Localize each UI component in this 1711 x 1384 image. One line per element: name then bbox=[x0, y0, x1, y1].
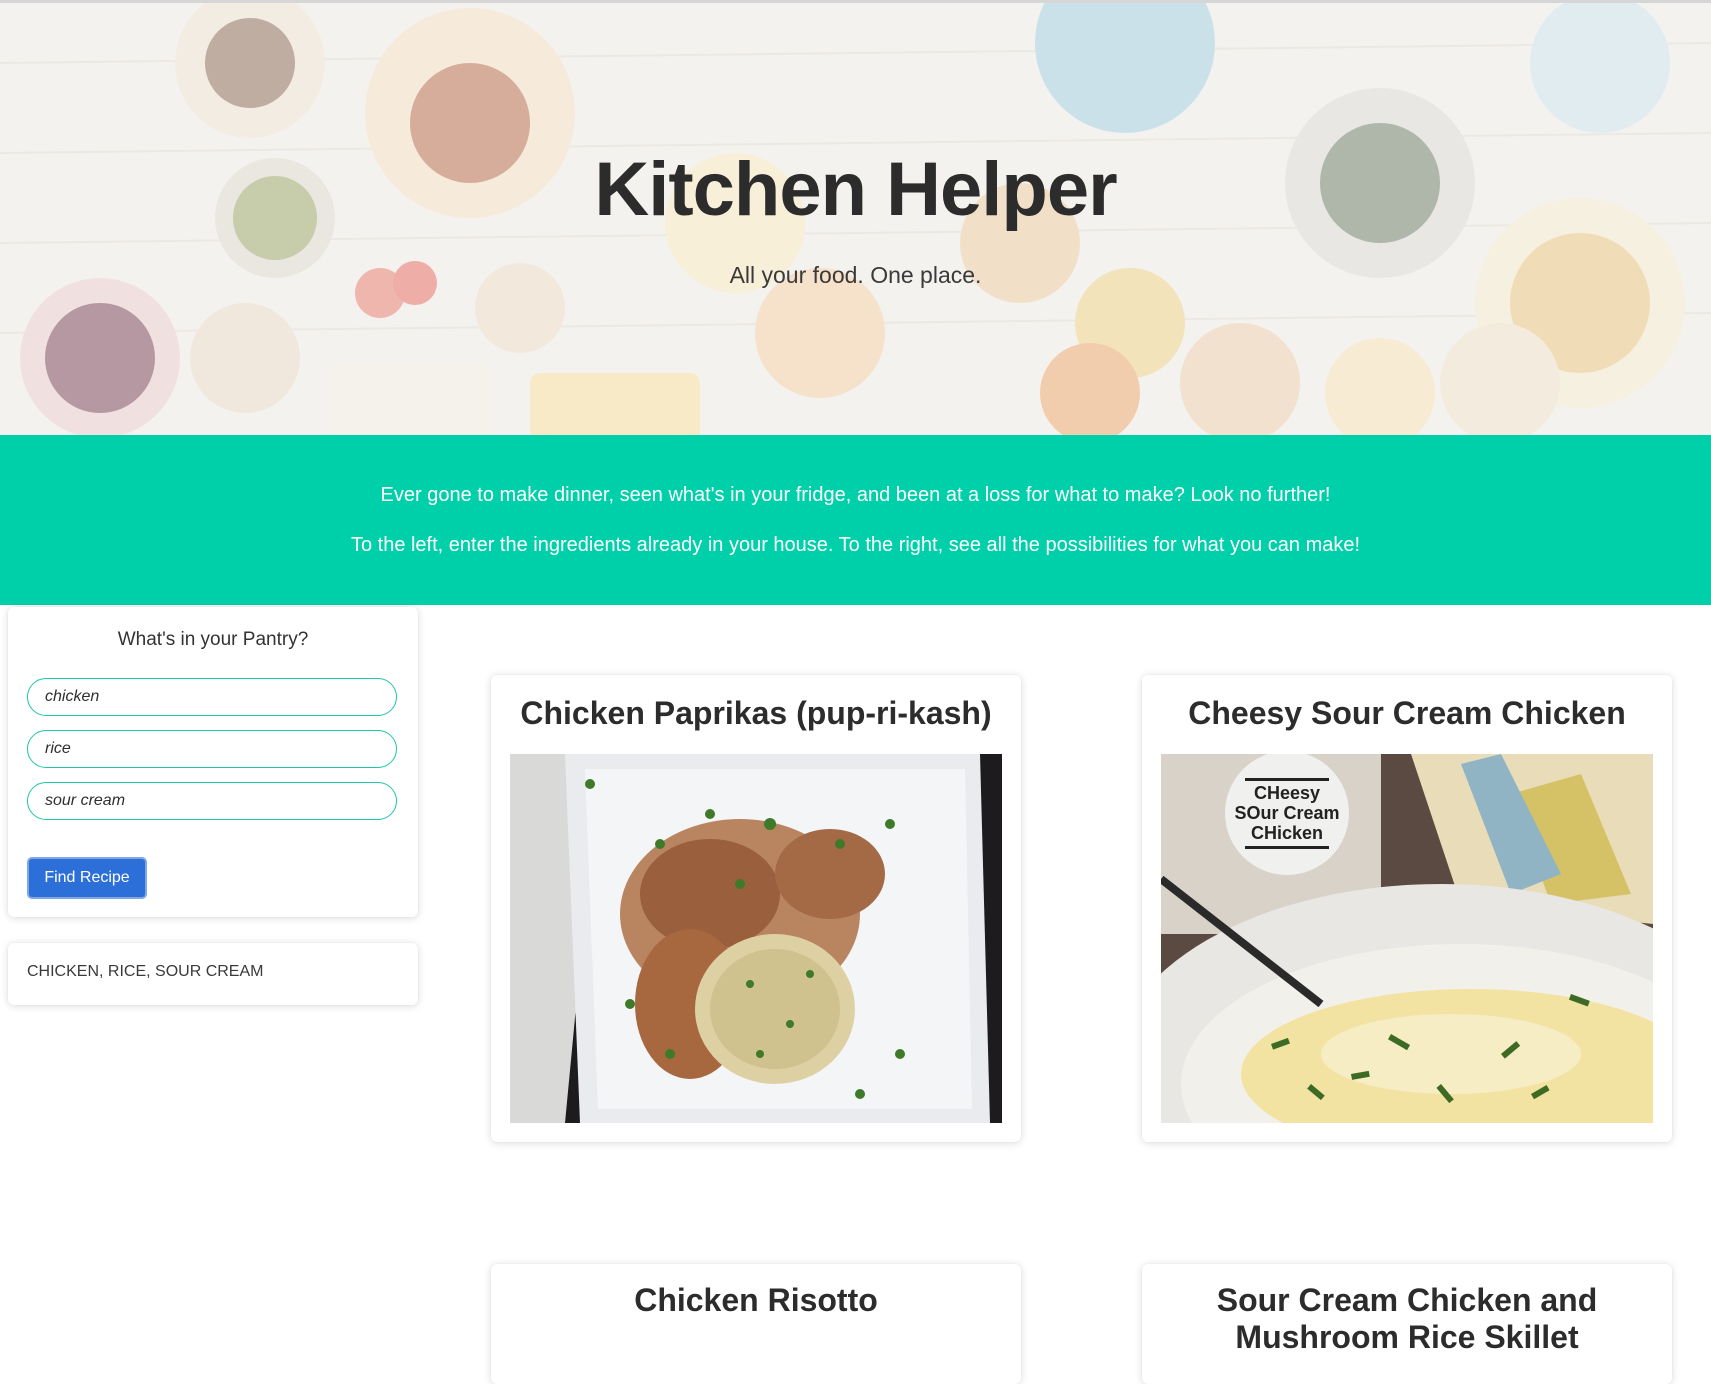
chicken-paprikas-photo[interactable] bbox=[510, 754, 1002, 1123]
site-tagline: All your food. One place. bbox=[729, 262, 982, 288]
ingredient-input-3[interactable] bbox=[27, 782, 397, 820]
find-recipe-button[interactable]: Find Recipe bbox=[27, 857, 147, 899]
cheesy-sour-cream-chicken-photo[interactable]: CHeesy SOur Cream CHicken bbox=[1161, 754, 1653, 1123]
recipe-card[interactable]: Chicken Risotto bbox=[491, 1264, 1021, 1384]
photo-overlay-text: SOur Cream bbox=[1234, 803, 1339, 823]
intro-banner: Ever gone to make dinner, seen what's in… bbox=[0, 435, 1711, 605]
recipe-card[interactable]: Chicken Paprikas (pup-ri-kash) bbox=[491, 675, 1021, 1142]
hero-banner: Kitchen Helper All your food. One place. bbox=[0, 3, 1711, 435]
recipe-card[interactable]: Cheesy Sour Cream Chicken CHeesy SOur Cr… bbox=[1142, 675, 1672, 1142]
ingredient-summary-card: CHICKEN, RICE, SOUR CREAM bbox=[8, 943, 418, 1005]
site-title: Kitchen Helper bbox=[594, 147, 1117, 232]
photo-overlay-text: CHicken bbox=[1251, 823, 1323, 843]
recipe-title[interactable]: Sour Cream Chicken and Mushroom Rice Ski… bbox=[1152, 1282, 1662, 1356]
recipe-title[interactable]: Cheesy Sour Cream Chicken bbox=[1152, 695, 1662, 732]
pantry-form-card: What's in your Pantry? Find Recipe bbox=[8, 607, 418, 917]
recipe-card[interactable]: Sour Cream Chicken and Mushroom Rice Ski… bbox=[1142, 1264, 1672, 1384]
recipe-title[interactable]: Chicken Paprikas (pup-ri-kash) bbox=[501, 695, 1011, 732]
intro-line-2: To the left, enter the ingredients alrea… bbox=[350, 534, 1361, 556]
photo-overlay-text: CHeesy bbox=[1254, 783, 1320, 803]
intro-line-1: Ever gone to make dinner, seen what's in… bbox=[380, 484, 1331, 506]
ingredient-input-1[interactable] bbox=[27, 678, 397, 716]
ingredient-summary: CHICKEN, RICE, SOUR CREAM bbox=[27, 963, 264, 980]
ingredient-input-2[interactable] bbox=[27, 730, 397, 768]
pantry-title: What's in your Pantry? bbox=[117, 629, 309, 650]
recipe-title[interactable]: Chicken Risotto bbox=[501, 1282, 1011, 1319]
